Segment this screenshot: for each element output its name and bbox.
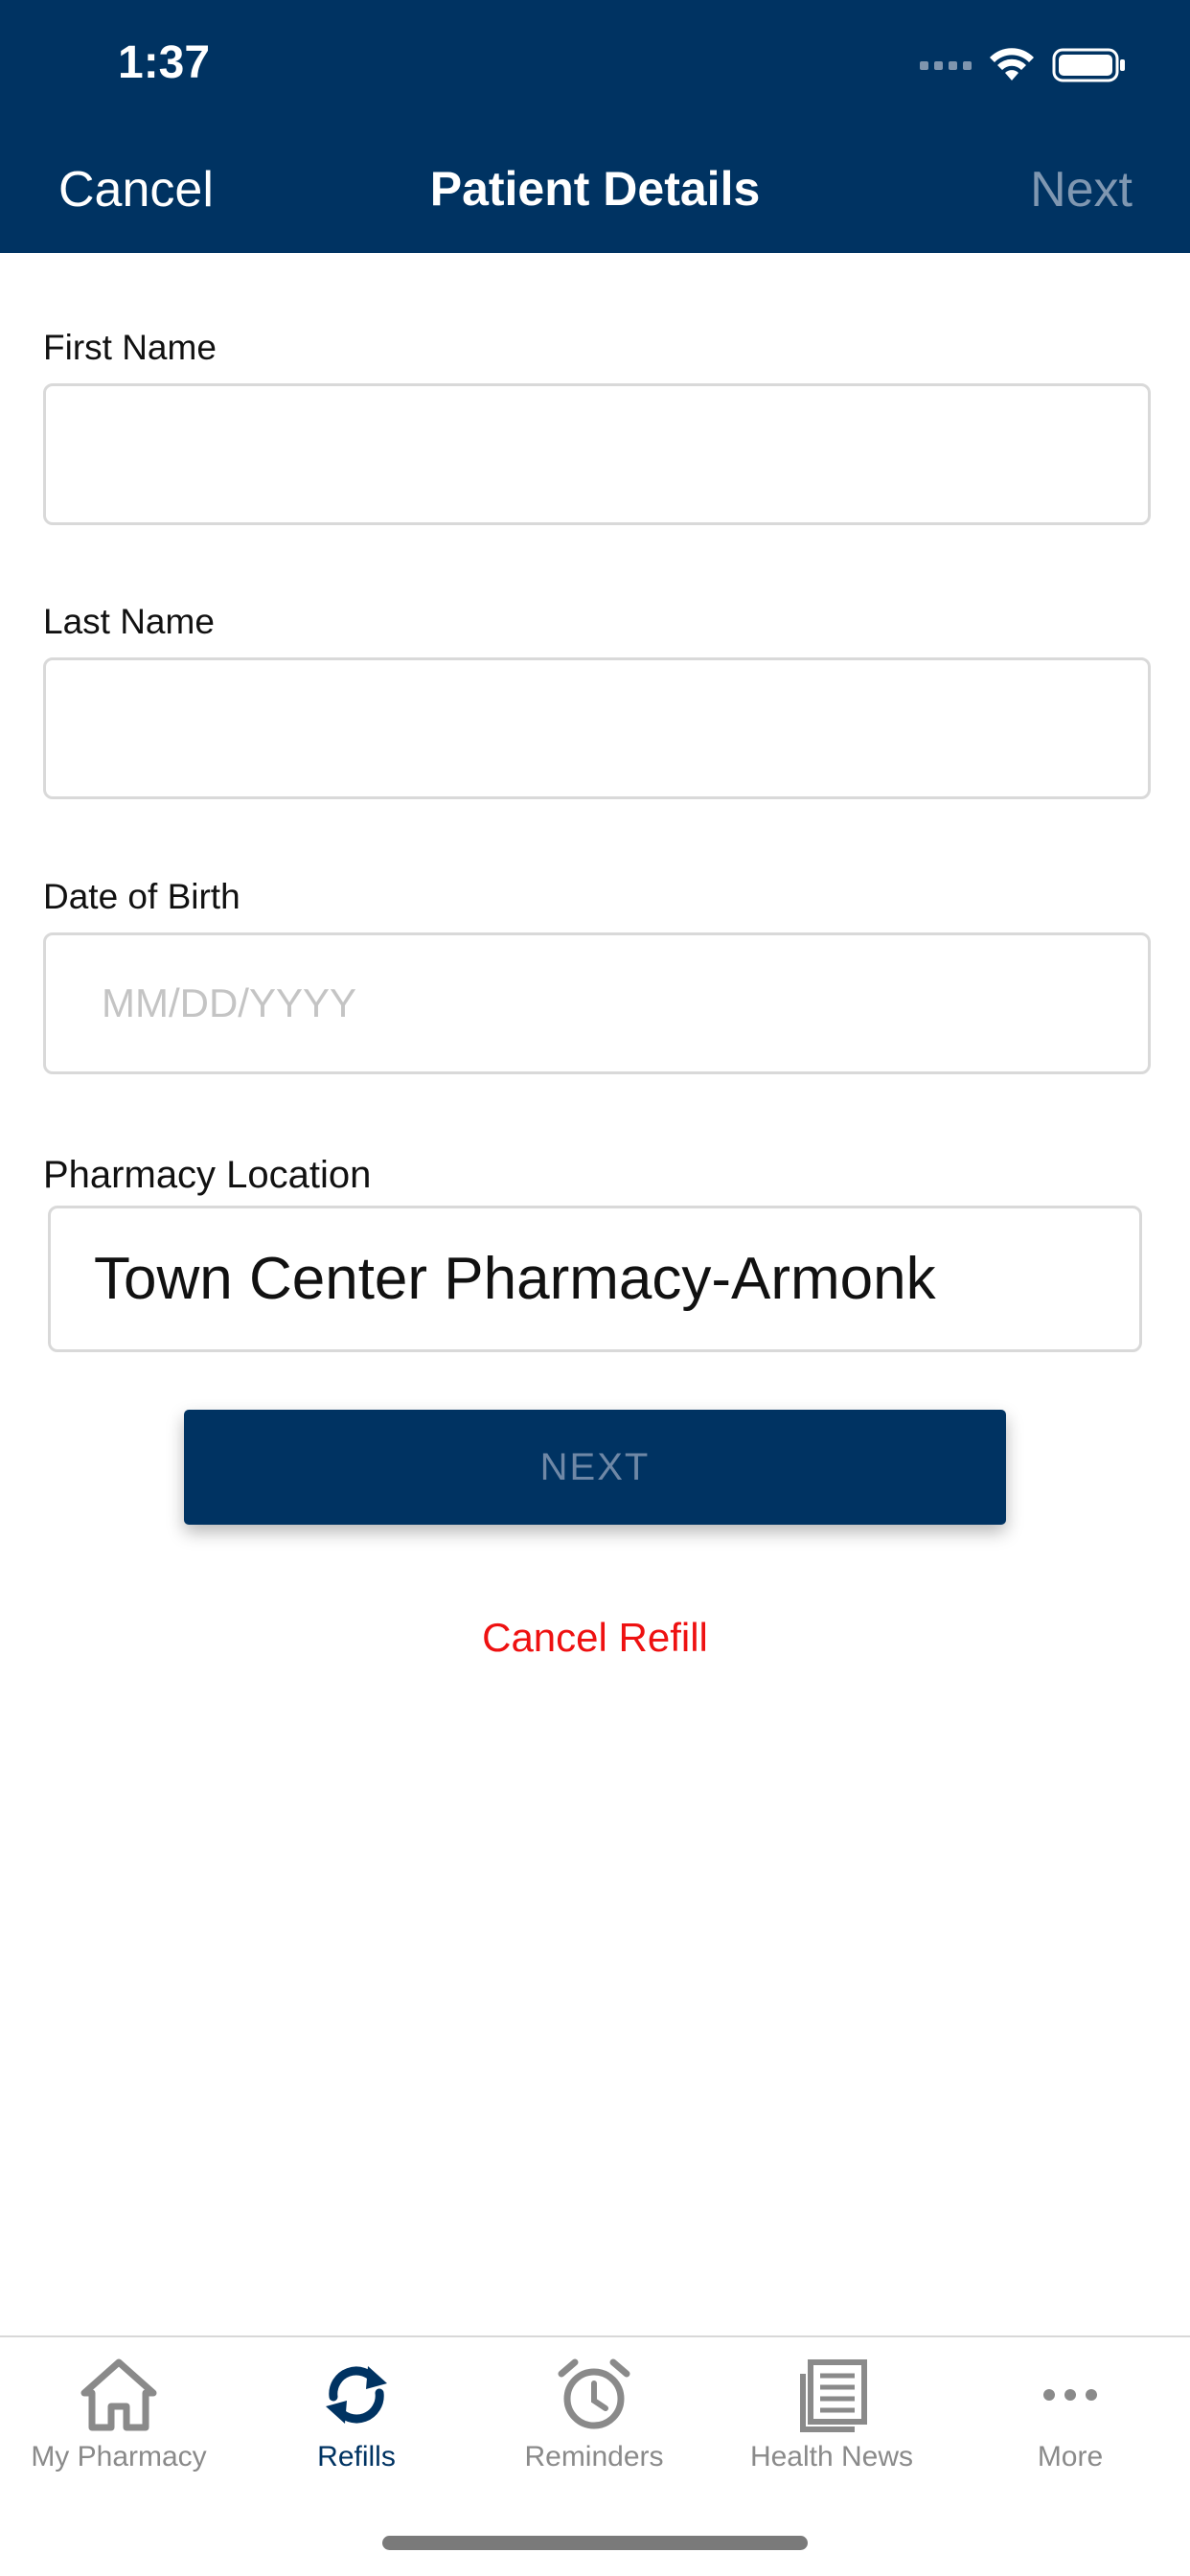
status-time: 1:37 xyxy=(118,37,211,88)
date-of-birth-label: Date of Birth xyxy=(43,877,240,916)
status-icons xyxy=(920,42,1127,88)
patient-details-screen: 1:37 Cancel Patient Details Next First N… xyxy=(0,0,1190,2576)
tab-label: More xyxy=(1037,2441,1104,2472)
first-name-field[interactable] xyxy=(43,383,1151,525)
last-name-field[interactable] xyxy=(43,657,1151,799)
tab-label: Refills xyxy=(317,2441,396,2472)
pharmacy-location-value: Town Center Pharmacy-Armonk xyxy=(94,1246,936,1312)
tab-health-news[interactable]: Health News xyxy=(713,2337,950,2500)
cancel-refill-link[interactable]: Cancel Refill xyxy=(0,1615,1190,1661)
home-indicator[interactable] xyxy=(382,2536,808,2550)
pharmacy-location-select[interactable]: Town Center Pharmacy-Armonk xyxy=(48,1206,1142,1352)
tab-refills[interactable]: Refills xyxy=(238,2337,475,2500)
next-nav-button[interactable]: Next xyxy=(1030,161,1133,218)
battery-icon xyxy=(1052,48,1125,82)
tab-reminders[interactable]: Reminders xyxy=(475,2337,713,2500)
more-icon xyxy=(1043,2389,1097,2401)
first-name-label: First Name xyxy=(43,328,217,367)
home-icon xyxy=(80,2358,157,2431)
next-button[interactable]: NEXT xyxy=(184,1410,1006,1525)
wifi-icon xyxy=(990,48,1034,80)
refresh-icon xyxy=(326,2366,387,2424)
tab-my-pharmacy[interactable]: My Pharmacy xyxy=(0,2337,238,2500)
tab-more[interactable]: More xyxy=(950,2337,1190,2500)
tab-label: My Pharmacy xyxy=(31,2441,207,2472)
last-name-label: Last Name xyxy=(43,602,215,641)
tab-label: Reminders xyxy=(524,2441,664,2472)
tab-label: Health News xyxy=(749,2441,914,2472)
date-of-birth-field[interactable] xyxy=(43,932,1151,1074)
alarm-clock-icon xyxy=(558,2358,630,2429)
newspaper-icon xyxy=(800,2359,867,2432)
cellular-signal-icon xyxy=(920,60,972,70)
pharmacy-location-label: Pharmacy Location xyxy=(43,1154,372,1196)
header-bar: 1:37 Cancel Patient Details Next xyxy=(0,0,1190,253)
cancel-nav-button[interactable]: Cancel xyxy=(58,161,214,218)
